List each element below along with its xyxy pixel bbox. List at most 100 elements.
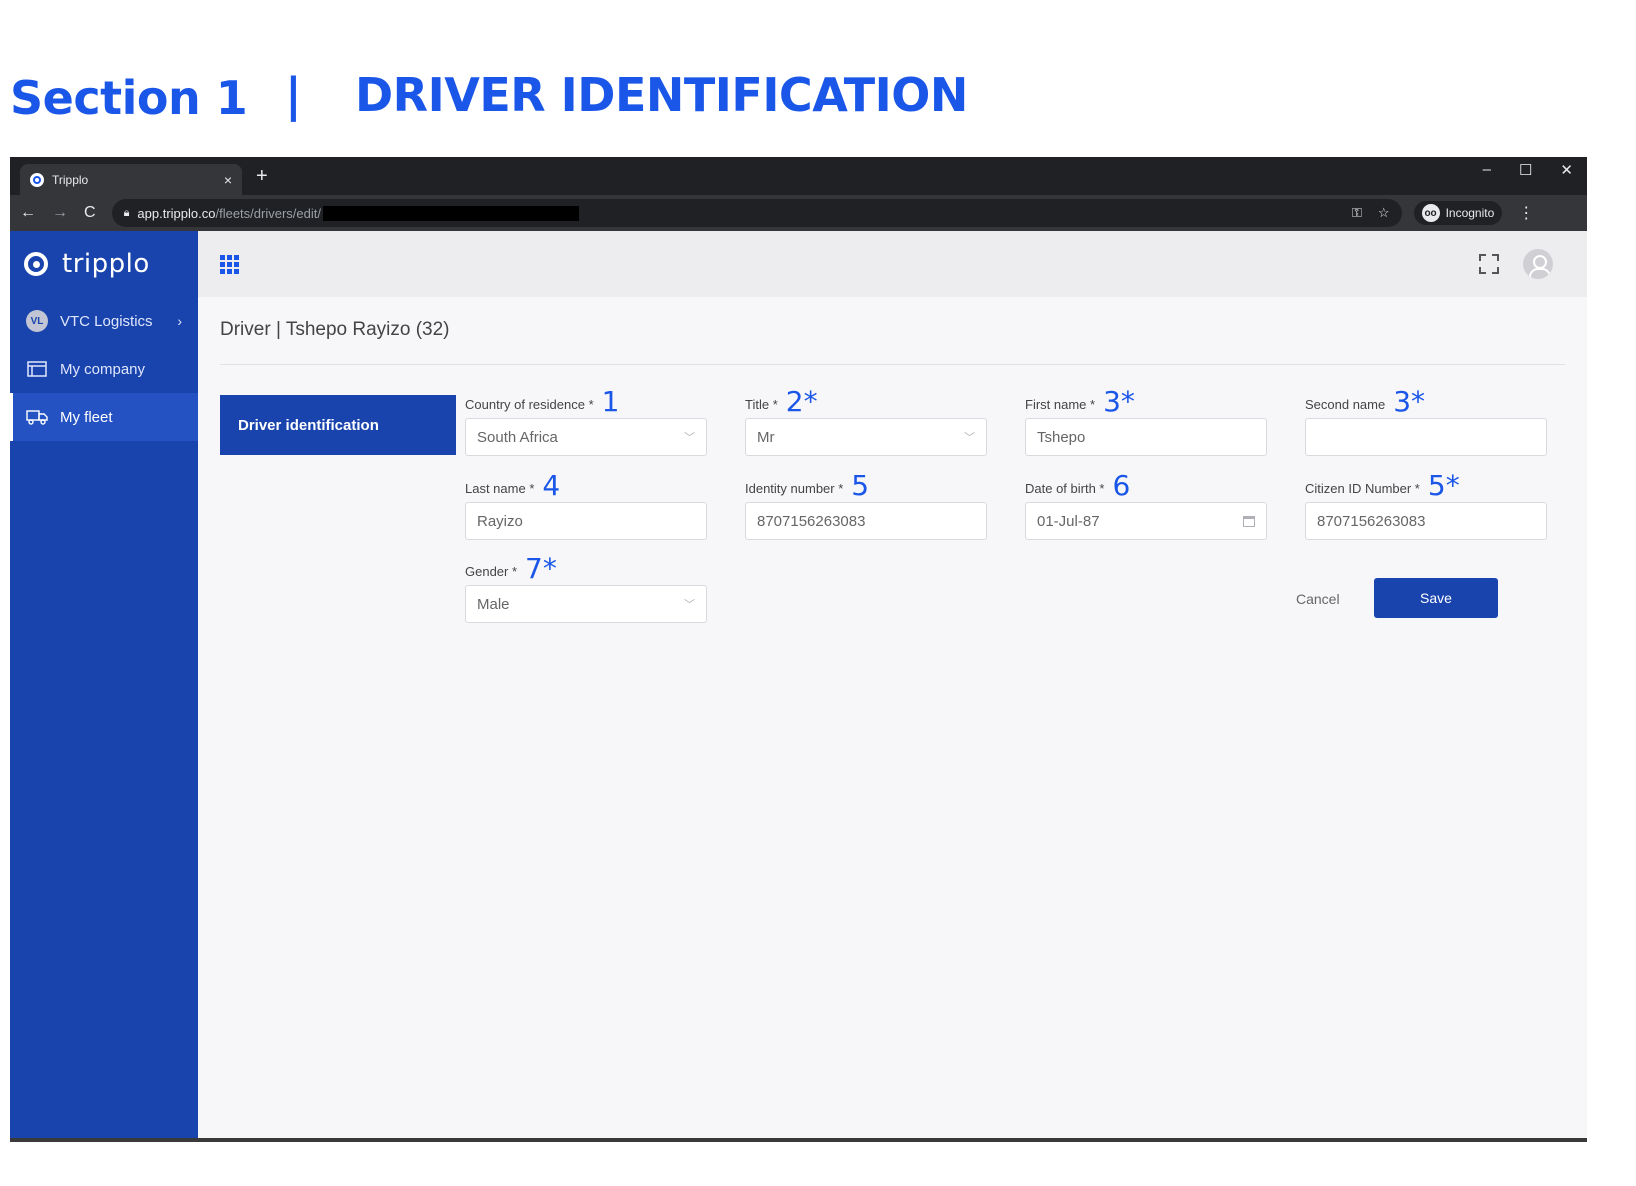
tripplo-logo-icon bbox=[24, 252, 48, 276]
incognito-icon: oo bbox=[1421, 204, 1440, 222]
tripplo-logo[interactable]: tripplo bbox=[10, 231, 198, 297]
identity-number-field: Identity number * 5 8707156263083 bbox=[745, 468, 987, 540]
last-name-input[interactable]: Rayizo bbox=[465, 502, 707, 540]
title-field: Title * 2* Mr ﹀ bbox=[745, 384, 987, 456]
second-name-label: Second name bbox=[1305, 397, 1386, 412]
org-name: VTC Logistics bbox=[60, 312, 153, 330]
date-of-birth-field: Date of birth * 6 01-Jul-87 bbox=[1025, 468, 1267, 540]
date-of-birth-input[interactable]: 01-Jul-87 bbox=[1025, 502, 1267, 540]
title-label: Title * bbox=[745, 397, 778, 412]
bookmark-star-icon[interactable]: ☆ bbox=[1378, 205, 1390, 221]
reload-icon[interactable]: C bbox=[84, 204, 96, 222]
last-name-label: Last name * bbox=[465, 481, 535, 496]
annotation-number: 4 bbox=[542, 469, 561, 502]
fullscreen-icon[interactable] bbox=[1479, 254, 1499, 274]
url-path: /fleets/drivers/edit/ bbox=[215, 205, 321, 221]
annotation-number: 7* bbox=[525, 552, 557, 585]
tripplo-app: tripplo VL VTC Logistics › My company My… bbox=[10, 231, 1587, 1138]
annotation-number: 3* bbox=[1393, 385, 1426, 418]
url-input[interactable]: 🔒︎ app.tripplo.co /fleets/drivers/edit/ … bbox=[111, 199, 1402, 227]
last-name-value: Rayizo bbox=[477, 512, 523, 530]
minimize-icon[interactable]: – bbox=[1483, 161, 1491, 179]
first-name-value: Tshepo bbox=[1037, 428, 1086, 446]
cancel-button[interactable]: Cancel bbox=[1296, 591, 1340, 607]
main-content: Driver | Tshepo Rayizo (32) Driver ident… bbox=[198, 231, 1587, 1138]
gender-value: Male bbox=[477, 595, 510, 613]
sidebar-item-my-fleet[interactable]: My fleet bbox=[10, 393, 198, 441]
title-divider bbox=[220, 364, 1565, 365]
back-icon[interactable]: ← bbox=[20, 204, 36, 222]
lock-icon: 🔒︎ bbox=[123, 206, 130, 219]
browser-window: Tripplo × + – ☐ ✕ ← → C 🔒︎ app.tripplo.c… bbox=[10, 157, 1587, 1142]
brand-name: tripplo bbox=[62, 249, 150, 279]
gender-select[interactable]: Male ﹀ bbox=[465, 585, 707, 623]
org-switcher[interactable]: VL VTC Logistics › bbox=[10, 297, 198, 345]
second-name-input[interactable] bbox=[1305, 418, 1547, 456]
close-window-icon[interactable]: ✕ bbox=[1560, 161, 1573, 179]
company-icon bbox=[26, 358, 48, 380]
forward-icon[interactable]: → bbox=[52, 204, 68, 222]
truck-icon bbox=[26, 406, 48, 428]
save-button[interactable]: Save bbox=[1374, 578, 1498, 618]
address-bar: ← → C 🔒︎ app.tripplo.co /fleets/drivers/… bbox=[10, 195, 1587, 231]
country-value: South Africa bbox=[477, 428, 558, 446]
omnibox-icons: ⚿ ☆ bbox=[1352, 205, 1390, 221]
chevron-down-icon: ﹀ bbox=[684, 432, 695, 444]
annotation-number: 5 bbox=[851, 469, 870, 502]
key-icon[interactable]: ⚿ bbox=[1352, 205, 1362, 221]
chevron-right-icon: › bbox=[177, 313, 182, 329]
annotation-number: 1 bbox=[601, 385, 620, 418]
tab-strip: Tripplo × + – ☐ ✕ bbox=[10, 157, 1587, 195]
citizen-id-input[interactable]: 8707156263083 bbox=[1305, 502, 1547, 540]
sidebar-item-label: My company bbox=[60, 360, 146, 378]
incognito-label: Incognito bbox=[1445, 206, 1495, 220]
sidebar-item-label: My fleet bbox=[60, 408, 113, 426]
annotation-number: 5* bbox=[1427, 469, 1460, 502]
title-select[interactable]: Mr ﹀ bbox=[745, 418, 987, 456]
maximize-icon[interactable]: ☐ bbox=[1519, 161, 1532, 179]
tab-close-icon[interactable]: × bbox=[224, 172, 232, 188]
browser-tab[interactable]: Tripplo × bbox=[20, 164, 242, 195]
tab-driver-identification[interactable]: Driver identification bbox=[220, 395, 456, 455]
user-avatar-icon[interactable] bbox=[1523, 249, 1553, 279]
sidebar-item-my-company[interactable]: My company bbox=[10, 345, 198, 393]
url-domain: app.tripplo.co bbox=[137, 205, 216, 221]
last-name-field: Last name * 4 Rayizo bbox=[465, 468, 707, 540]
citizen-id-value: 8707156263083 bbox=[1317, 512, 1426, 530]
gender-field: Gender * 7* Male ﹀ bbox=[465, 551, 707, 623]
calendar-icon[interactable] bbox=[1243, 515, 1255, 527]
section-number: Section 1 bbox=[10, 71, 248, 125]
identity-number-input[interactable]: 8707156263083 bbox=[745, 502, 987, 540]
heading-separator: | bbox=[285, 68, 302, 122]
tripplo-favicon-icon bbox=[30, 172, 44, 187]
window-controls: – ☐ ✕ bbox=[1483, 161, 1573, 179]
second-name-field: Second name 3* bbox=[1305, 384, 1547, 456]
date-of-birth-value: 01-Jul-87 bbox=[1037, 512, 1100, 530]
apps-grid-icon[interactable] bbox=[220, 254, 239, 274]
first-name-field: First name * 3* Tshepo bbox=[1025, 384, 1267, 456]
app-topbar bbox=[198, 231, 1587, 297]
incognito-badge[interactable]: oo Incognito bbox=[1413, 201, 1503, 225]
new-tab-button[interactable]: + bbox=[256, 165, 268, 188]
first-name-input[interactable]: Tshepo bbox=[1025, 418, 1267, 456]
sidebar: tripplo VL VTC Logistics › My company My… bbox=[10, 231, 198, 1138]
browser-menu-icon[interactable]: ⋮ bbox=[1518, 203, 1534, 223]
title-value: Mr bbox=[757, 428, 775, 446]
citizen-id-field: Citizen ID Number * 5* 8707156263083 bbox=[1305, 468, 1547, 540]
redacted-url-segment bbox=[322, 205, 579, 221]
org-avatar: VL bbox=[26, 310, 48, 332]
first-name-label: First name * bbox=[1025, 397, 1096, 412]
section-title: DRIVER IDENTIFICATION bbox=[355, 68, 968, 122]
country-label: Country of residence * bbox=[465, 397, 594, 412]
annotation-number: 3* bbox=[1103, 385, 1135, 418]
page-title: Driver | Tshepo Rayizo (32) bbox=[220, 319, 450, 340]
identity-number-value: 8707156263083 bbox=[757, 512, 866, 530]
tab-title: Tripplo bbox=[52, 172, 89, 187]
country-field: Country of residence * 1 South Africa ﹀ bbox=[465, 384, 707, 456]
gender-label: Gender * bbox=[465, 564, 518, 579]
date-of-birth-label: Date of birth * bbox=[1025, 481, 1105, 496]
country-select[interactable]: South Africa ﹀ bbox=[465, 418, 707, 456]
citizen-id-label: Citizen ID Number * bbox=[1305, 481, 1420, 496]
chevron-down-icon: ﹀ bbox=[684, 599, 695, 611]
chevron-down-icon: ﹀ bbox=[964, 432, 975, 444]
